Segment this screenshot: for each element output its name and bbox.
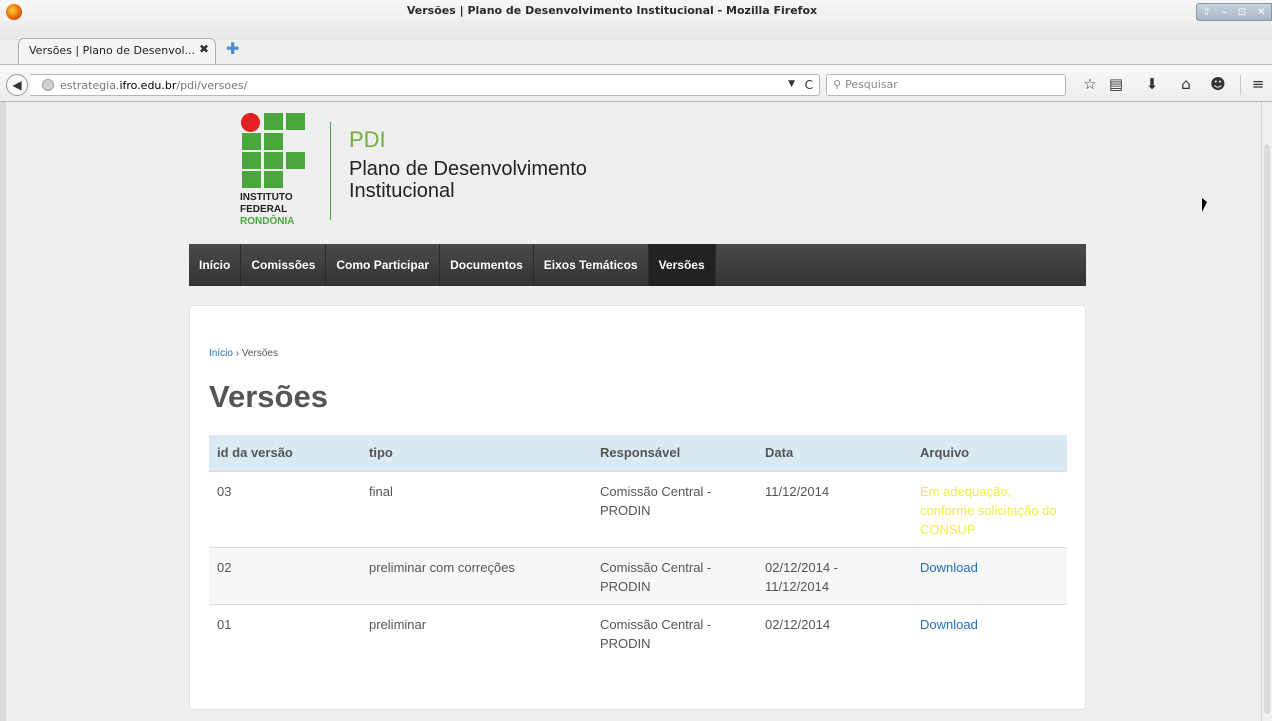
cell-id: 03 (209, 470, 361, 547)
logo-line-rondonia: RONDÔNIA (240, 216, 295, 227)
column-header-arquivo: Arquivo (912, 435, 1067, 471)
window-maximize-icon[interactable]: ⊡ (1238, 7, 1246, 18)
logo-square (286, 152, 305, 169)
logo-red-dot (241, 113, 260, 132)
url-history-dropdown-icon[interactable]: ▼ (788, 79, 795, 89)
home-icon[interactable]: ⌂ (1176, 75, 1196, 93)
menu-item-documentos[interactable]: Documentos (440, 244, 534, 286)
cell-tipo: preliminar com correções (361, 546, 592, 604)
download-link[interactable]: Download (920, 560, 978, 575)
logo-square (242, 133, 261, 150)
header-divider (330, 122, 331, 220)
window-shade-icon[interactable]: ⇧ (1202, 7, 1210, 18)
cell-data: 11/12/2014 (757, 470, 912, 547)
menu-item-versoes[interactable]: Versões (648, 244, 716, 286)
logo-square (264, 113, 283, 130)
cell-tipo: final (361, 470, 592, 547)
globe-icon (42, 79, 54, 91)
download-link[interactable]: Download (920, 617, 978, 632)
reading-list-icon[interactable]: ▤ (1106, 75, 1126, 93)
menu-item-como-participar[interactable]: Como Participar (326, 244, 441, 286)
cell-id: 01 (209, 603, 361, 661)
logo-square (264, 152, 283, 169)
cell-arquivo: Download (912, 546, 1067, 604)
tab-close-icon[interactable]: ✖ (199, 42, 209, 56)
cell-responsavel: Comissão Central - PRODIN (592, 470, 757, 547)
versions-table: id da versão tipo Responsável Data Arqui… (209, 435, 1067, 661)
cell-responsavel: Comissão Central - PRODIN (592, 603, 757, 661)
window-minimize-icon[interactable]: – (1222, 7, 1227, 18)
menu-item-comissoes[interactable]: Comissões (241, 244, 327, 286)
window-close-icon[interactable]: ✕ (1257, 7, 1265, 18)
scrollbar-thumb[interactable] (1264, 144, 1270, 714)
column-header-tipo: tipo (361, 435, 592, 471)
cell-tipo: preliminar (361, 603, 592, 661)
window-title: Versões | Plano de Desenvolvimento Insti… (406, 4, 818, 17)
cell-data: 02/12/2014 - 11/12/2014 (757, 546, 912, 604)
mouse-cursor-icon (1202, 198, 1207, 212)
cell-data: 02/12/2014 (757, 603, 912, 661)
logo-text: INSTITUTO FEDERAL RONDÔNIA (240, 192, 294, 228)
search-placeholder: Pesquisar (845, 78, 898, 91)
cell-responsavel: Comissão Central - PRODIN (592, 546, 757, 604)
column-header-responsavel: Responsável (592, 435, 757, 471)
url-host: ifro.edu.br (119, 79, 177, 92)
content-card: Início › Versões Versões id da versão ti… (189, 305, 1086, 710)
menu-item-eixos-tematicos[interactable]: Eixos Temáticos (534, 244, 649, 286)
bookmark-star-icon[interactable]: ☆ (1080, 75, 1100, 93)
column-header-id: id da versão (209, 435, 361, 471)
url-text[interactable]: estrategia.ifro.edu.br/pdi/versoes/ (60, 79, 247, 92)
cell-id: 02 (209, 546, 361, 604)
table-row: 03 final Comissão Central - PRODIN 11/12… (209, 470, 1067, 547)
logo-square (264, 133, 283, 150)
search-icon: ⚲ (833, 78, 842, 91)
new-tab-icon[interactable]: ✚ (226, 39, 239, 58)
breadcrumb-separator: › (235, 348, 240, 359)
cell-arquivo: Download (912, 603, 1067, 661)
logo-line-instituto: INSTITUTO (240, 192, 293, 203)
menu-item-inicio[interactable]: Início (189, 244, 242, 286)
table-row: 02 preliminar com correções Comissão Cen… (209, 546, 1067, 604)
logo-square (286, 113, 305, 130)
browser-tab[interactable]: Versões | Plano de Desenvol... ✖ (18, 38, 216, 64)
url-prefix: estrategia. (60, 79, 120, 92)
logo-square (242, 152, 261, 169)
breadcrumb: Início › Versões (209, 348, 278, 359)
window-titlebar: Versões | Plano de Desenvolvimento Insti… (0, 0, 1272, 40)
back-arrow-icon[interactable]: ◀ (6, 74, 28, 96)
url-path: /pdi/versoes/ (176, 79, 248, 92)
download-icon[interactable]: ⬇ (1142, 75, 1162, 93)
search-input[interactable]: ⚲ Pesquisar (826, 74, 1066, 96)
page-title: Versões (209, 379, 328, 414)
site-title: PDI (349, 127, 386, 152)
address-bar[interactable]: estrategia.ifro.edu.br/pdi/versoes/ ▼ C (30, 74, 820, 96)
main-menu: Início Comissões Como Participar Documen… (189, 244, 1086, 286)
navigation-toolbar: ◀ estrategia.ifro.edu.br/pdi/versoes/ ▼ … (0, 64, 1272, 102)
ifro-logo[interactable]: INSTITUTO FEDERAL RONDÔNIA (235, 106, 325, 230)
toolbar-separator (1240, 75, 1241, 95)
logo-square (264, 171, 283, 188)
logo-square (242, 171, 261, 188)
logo-line-federal: FEDERAL (240, 204, 288, 215)
chat-icon[interactable]: ☻ (1208, 75, 1228, 93)
column-header-data: Data (757, 435, 912, 471)
cell-arquivo-status: Em adequação, conforme solicitação do CO… (912, 470, 1067, 547)
window-controls: ⇧ – ⊡ ✕ (1196, 3, 1272, 21)
vertical-scrollbar[interactable] (1261, 102, 1272, 721)
breadcrumb-home-link[interactable]: Início (209, 348, 233, 359)
menu-hamburger-icon[interactable]: ≡ (1248, 75, 1268, 93)
reload-icon[interactable]: C (805, 78, 813, 92)
table-row: 01 preliminar Comissão Central - PRODIN … (209, 603, 1067, 661)
breadcrumb-current: Versões (241, 348, 278, 359)
tab-label: Versões | Plano de Desenvol... (29, 44, 195, 57)
table-header-row: id da versão tipo Responsável Data Arqui… (209, 435, 1067, 471)
site-subtitle: Plano de Desenvolvimento Institucional (349, 158, 587, 202)
